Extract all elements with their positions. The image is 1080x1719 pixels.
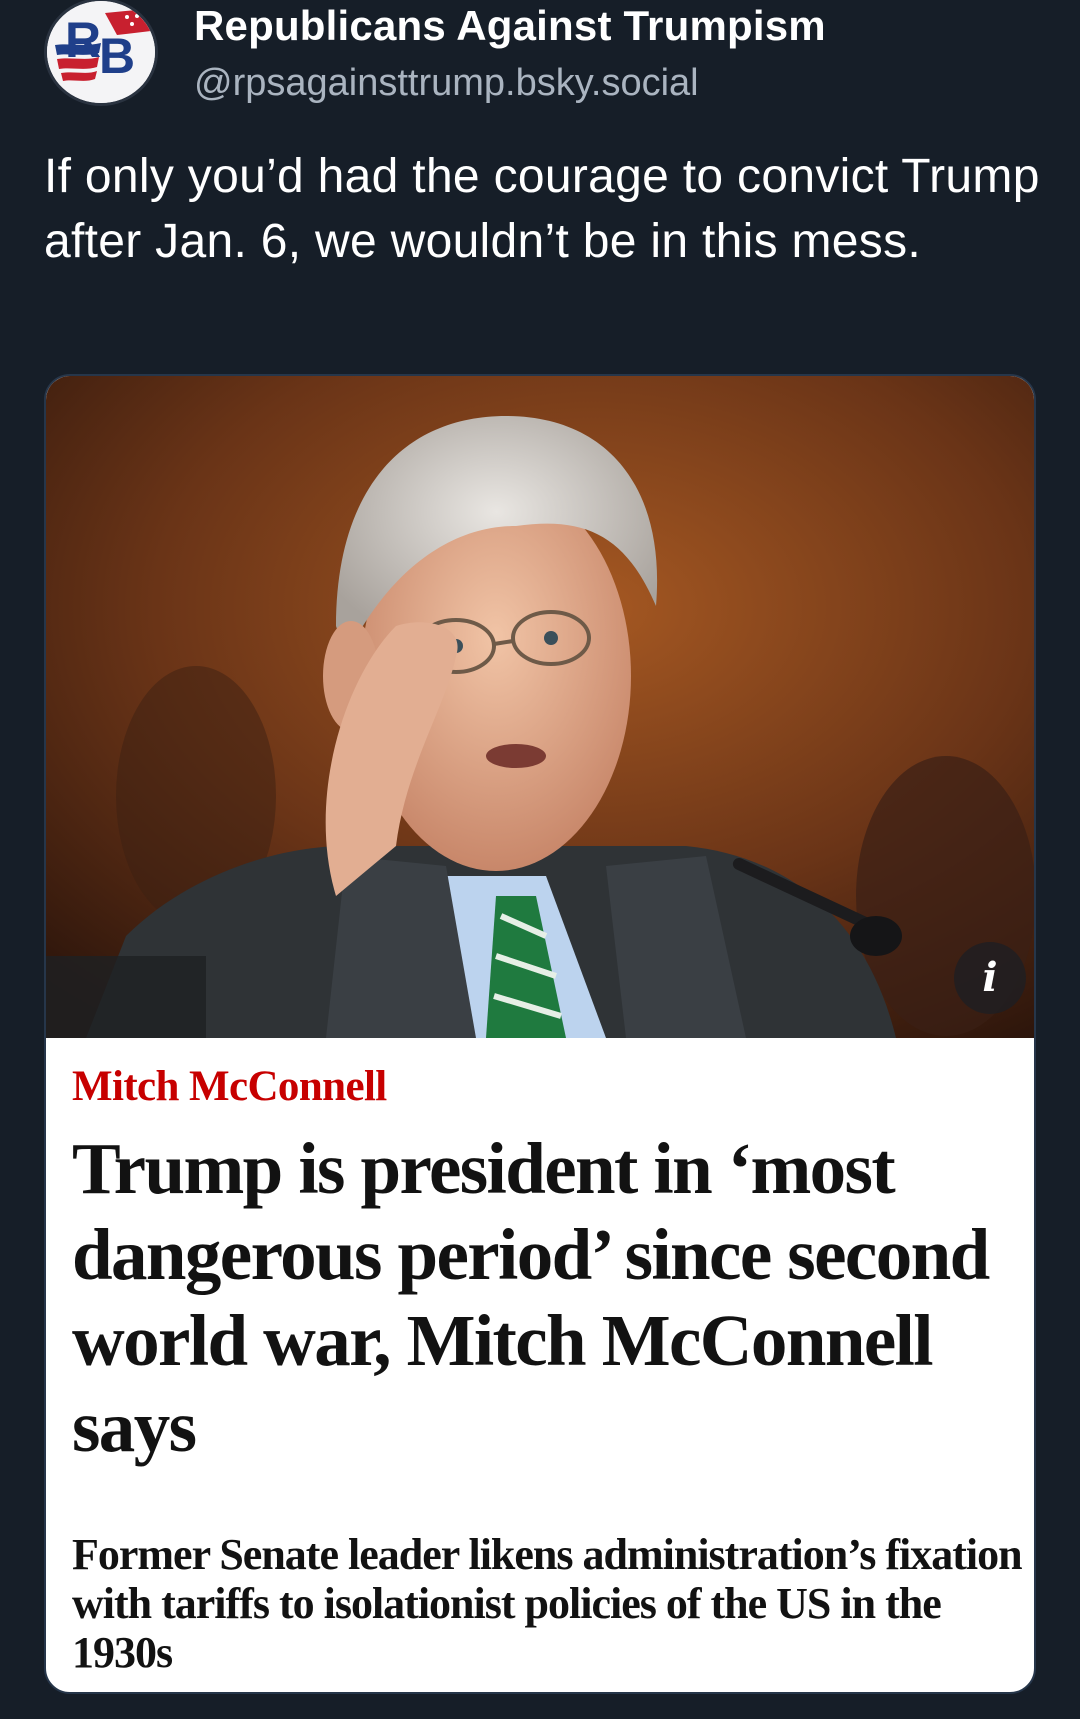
post-text: If only you’d had the courage to convict… xyxy=(44,150,1040,268)
author-display-name[interactable]: Republicans Against Trumpism xyxy=(194,2,826,50)
rb-logo-icon: R B xyxy=(47,1,155,103)
svg-text:R: R xyxy=(65,12,101,68)
link-embed-card[interactable]: i Mitch McConnell Trump is president in … xyxy=(44,374,1036,1694)
article-kicker: Mitch McConnell xyxy=(72,1063,387,1110)
info-button[interactable]: i xyxy=(954,942,1026,1014)
post-header: R B Republicans Against Trumpism @rpsaga… xyxy=(44,0,1044,110)
article-headline[interactable]: Trump is president in ‘most dangerous pe… xyxy=(72,1126,1022,1470)
article-standfirst: Former Senate leader likens administrati… xyxy=(72,1530,1023,1677)
article-body: Mitch McConnell Trump is president in ‘m… xyxy=(72,1062,1023,1677)
svg-text:B: B xyxy=(99,28,135,84)
author-handle[interactable]: @rpsagainsttrump.bsky.social xyxy=(194,62,699,105)
senator-photo-illustration xyxy=(46,376,1034,1038)
article-photo: i xyxy=(46,376,1034,1038)
avatar[interactable]: R B xyxy=(44,0,158,106)
